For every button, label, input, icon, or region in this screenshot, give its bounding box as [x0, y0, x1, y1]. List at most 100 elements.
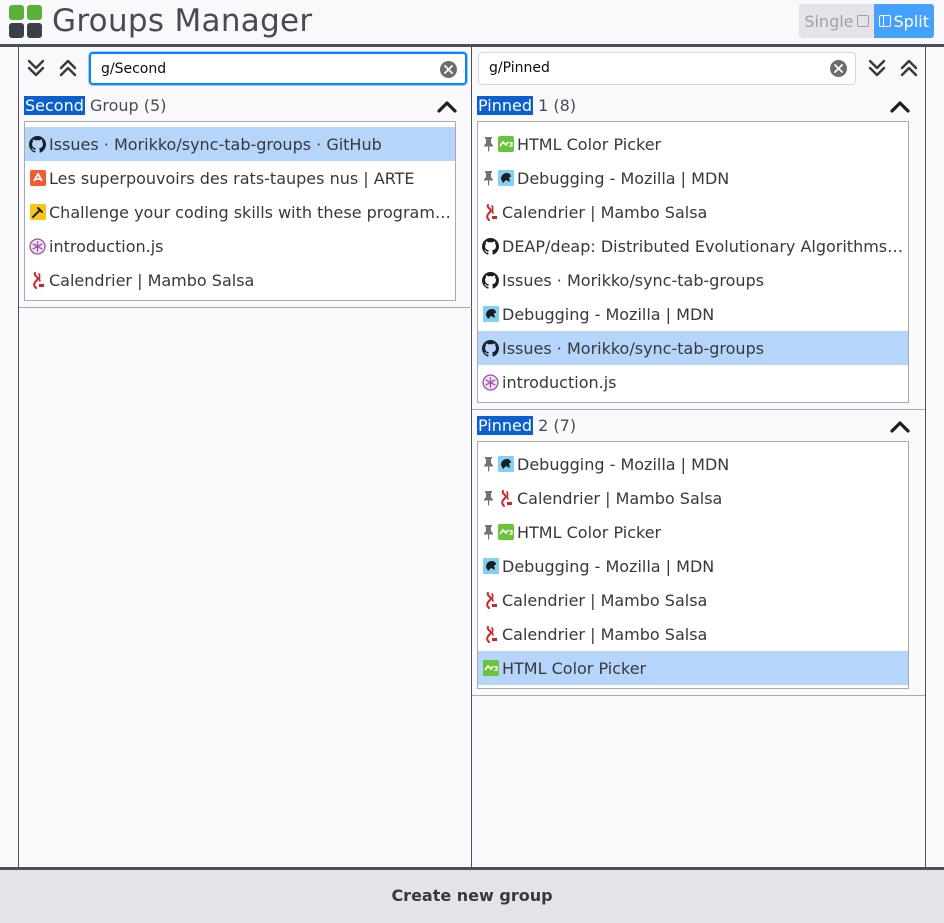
mambo-salsa-icon: [29, 271, 46, 289]
mdn-icon: [482, 558, 499, 575]
mambo-salsa-icon: [482, 591, 499, 609]
github-icon: [482, 339, 499, 357]
chevron-up-icon: [890, 101, 910, 113]
double-chevron-up-icon: [59, 59, 77, 77]
single-mode-button[interactable]: Single: [799, 4, 874, 38]
github-icon: [29, 135, 46, 153]
double-chevron-up-icon: [900, 59, 918, 77]
group-collapse-button[interactable]: [436, 97, 458, 115]
color-picker-icon: 3: [497, 524, 514, 541]
tab-item[interactable]: Les superpouvoirs des rats-taupes nus | …: [25, 161, 455, 195]
tab-item[interactable]: Issues · Morikko/sync-tab-groups: [478, 331, 908, 365]
create-new-group-button[interactable]: Create new group: [0, 870, 944, 923]
group-tab-count: (7): [553, 416, 577, 435]
tab-title: Debugging - Mozilla | MDN: [502, 556, 715, 576]
collapse-all-button[interactable]: [54, 52, 82, 84]
tab-item[interactable]: introduction.js: [478, 365, 908, 399]
left-panel: Second Group (5) Issues · Morikko/sync-ta…: [18, 47, 472, 867]
tab-item[interactable]: DEAP/deap: Distributed Evolutionary Algo…: [478, 229, 908, 263]
expand-all-button[interactable]: [22, 52, 50, 84]
double-chevron-down-icon: [27, 59, 45, 77]
group-title-match: Second: [24, 96, 85, 115]
split-window-icon: [878, 15, 891, 27]
pin-icon: [482, 136, 495, 153]
tab-item[interactable]: 3 HTML Color Picker: [478, 651, 908, 685]
group-header[interactable]: Pinned 2 (7): [477, 414, 917, 438]
right-search-box: [478, 52, 856, 85]
svg-text:3: 3: [493, 665, 498, 673]
svg-text:3: 3: [508, 529, 513, 537]
tab-title: DEAP/deap: Distributed Evolutionary Algo…: [502, 236, 908, 256]
right-search-input[interactable]: [489, 53, 809, 82]
tab-item[interactable]: 3 HTML Color Picker: [478, 515, 908, 549]
tab-title: Calendrier | Mambo Salsa: [502, 624, 708, 644]
tab-item[interactable]: introduction.js: [25, 229, 455, 263]
group-separator: [472, 409, 925, 410]
tab-title: introduction.js: [502, 372, 617, 392]
tab-title: Debugging - Mozilla | MDN: [517, 454, 730, 474]
group-collapse-button[interactable]: [889, 417, 911, 435]
collapse-all-button[interactable]: [895, 52, 923, 84]
tab-item[interactable]: Calendrier | Mambo Salsa: [478, 195, 908, 229]
tab-item[interactable]: Issues · Morikko/sync-tab-groups · GitHu…: [25, 127, 455, 161]
app-header: Groups Manager Single Split: [0, 0, 944, 44]
clear-icon: [444, 65, 453, 74]
group-separator: [19, 307, 472, 308]
mdn-icon: [497, 456, 514, 473]
tab-item[interactable]: Debugging - Mozilla | MDN: [478, 549, 908, 583]
tab-title: HTML Color Picker: [517, 522, 662, 542]
svg-text:3: 3: [508, 141, 513, 149]
group-header[interactable]: Pinned 1 (8): [477, 94, 917, 118]
codewars-icon: [29, 204, 46, 221]
tab-list: 3 HTML Color Picker Debugging - Mozilla | …: [477, 121, 909, 403]
group-separator: [472, 695, 925, 696]
split-mode-button[interactable]: Split: [873, 4, 934, 38]
groups-manager-logo: [9, 5, 43, 39]
arte-icon: [29, 170, 46, 187]
right-search-clear-button[interactable]: [830, 60, 847, 77]
github-icon: [482, 237, 499, 255]
tab-list: Issues · Morikko/sync-tab-groups · GitHu…: [24, 121, 456, 301]
tab-title: Issues · Morikko/sync-tab-groups: [502, 338, 765, 358]
left-search-input[interactable]: [101, 54, 421, 83]
app-title: Groups Manager: [52, 3, 313, 39]
group-header[interactable]: Second Group (5): [24, 94, 464, 118]
group-collapse-button[interactable]: [889, 97, 911, 115]
tab-item[interactable]: Issues · Morikko/sync-tab-groups: [478, 263, 908, 297]
tab-item[interactable]: Calendrier | Mambo Salsa: [478, 481, 908, 515]
tab-item[interactable]: Debugging - Mozilla | MDN: [478, 447, 908, 481]
color-picker-icon: 3: [497, 136, 514, 153]
tab-title: Calendrier | Mambo Salsa: [517, 488, 723, 508]
tab-title: Challenge your coding skills with these …: [49, 202, 455, 222]
group-title-match: Pinned: [477, 416, 534, 435]
tab-item[interactable]: Challenge your coding skills with these …: [25, 195, 455, 229]
tab-title: Debugging - Mozilla | MDN: [502, 304, 715, 324]
clear-icon: [834, 64, 843, 73]
tab-item[interactable]: Calendrier | Mambo Salsa: [478, 617, 908, 651]
color-picker-icon: 3: [482, 660, 499, 677]
expand-all-button[interactable]: [863, 52, 891, 84]
tab-group: Second Group (5) Issues · Morikko/sync-ta…: [19, 94, 471, 306]
tab-item[interactable]: Calendrier | Mambo Salsa: [478, 583, 908, 617]
tab-title: Calendrier | Mambo Salsa: [49, 270, 255, 290]
pin-icon: [482, 524, 495, 541]
left-search-clear-button[interactable]: [440, 61, 457, 78]
group-tab-count: (5): [143, 96, 167, 115]
tab-item[interactable]: Calendrier | Mambo Salsa: [25, 263, 455, 297]
tab-title: HTML Color Picker: [502, 658, 647, 678]
tab-item[interactable]: Debugging - Mozilla | MDN: [478, 297, 908, 331]
pin-icon: [482, 170, 495, 187]
tab-title: Calendrier | Mambo Salsa: [502, 590, 708, 610]
mambo-salsa-icon: [482, 625, 499, 643]
introjs-icon: [29, 237, 46, 255]
group-tab-count: (8): [553, 96, 577, 115]
split-mode-label: Split: [893, 11, 929, 31]
tab-item[interactable]: 3 HTML Color Picker: [478, 127, 908, 161]
tab-title: introduction.js: [49, 236, 164, 256]
right-toolbar: [472, 52, 924, 86]
single-mode-label: Single: [804, 11, 854, 31]
left-search-box: [89, 52, 467, 85]
tab-group: Pinned 2 (7) Debugging - Mozilla | MDN Cal…: [472, 414, 924, 694]
chevron-up-icon: [890, 421, 910, 433]
tab-item[interactable]: Debugging - Mozilla | MDN: [478, 161, 908, 195]
